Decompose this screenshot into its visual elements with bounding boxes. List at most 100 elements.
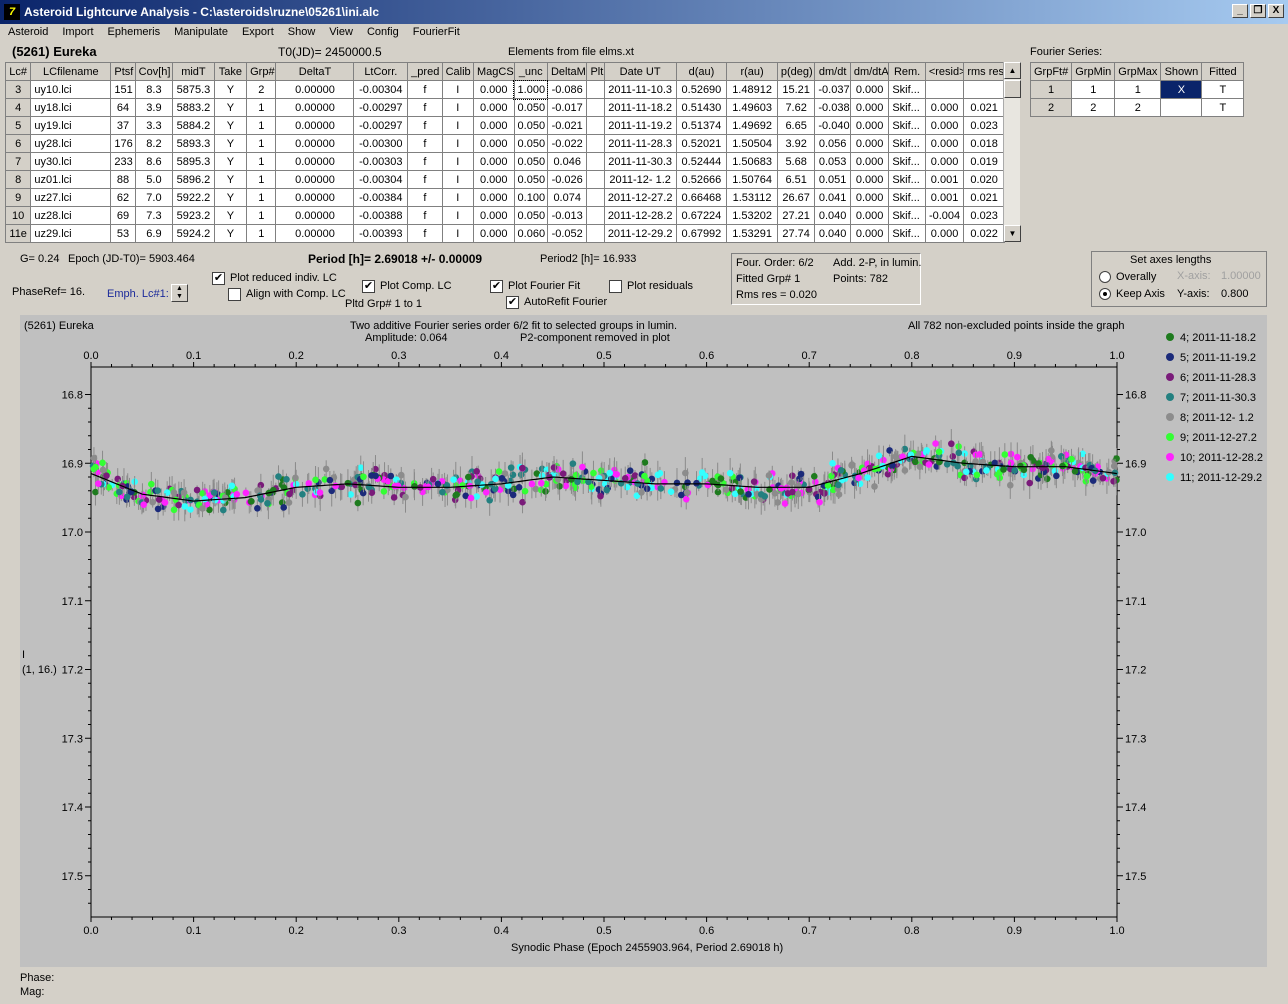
table-cell[interactable]: uz29.lci [30, 224, 112, 243]
table-cell[interactable]: 0.52021 [675, 134, 728, 153]
plot-residuals-checkbox[interactable] [609, 280, 622, 293]
column-header[interactable]: _pred [407, 62, 443, 81]
table-cell[interactable]: -0.00297 [353, 116, 409, 135]
autorefit-checkbox[interactable]: ✔ [506, 296, 519, 309]
menu-config[interactable]: Config [359, 24, 405, 38]
table-cell[interactable]: Y [213, 98, 248, 117]
table-cell[interactable]: 0.000 [473, 152, 515, 171]
table-cell[interactable]: 0.000 [924, 98, 965, 117]
table-cell[interactable]: Y [213, 206, 248, 225]
table-cell[interactable]: f [407, 152, 443, 171]
close-button[interactable]: X [1268, 4, 1284, 18]
table-cell[interactable]: 0.00000 [275, 98, 355, 117]
table-cell[interactable]: 1 [246, 170, 277, 189]
table-scrollbar[interactable]: ▲ ▼ [1003, 62, 1021, 242]
table-cell[interactable] [924, 80, 965, 99]
lightcurve-table[interactable]: Lc# LCfilename Ptsf Cov[h] midT Take Grp# Delta… [4, 62, 1005, 243]
table-cell[interactable]: 0.51430 [675, 98, 728, 117]
table-cell[interactable]: 2011-12-29.2 [603, 224, 677, 243]
column-header[interactable]: <resid> [924, 62, 965, 81]
table-cell[interactable]: -0.00297 [353, 98, 409, 117]
table-cell[interactable]: 1.48912 [726, 80, 778, 99]
table-cell[interactable]: f [407, 116, 443, 135]
fourier-cell[interactable]: 1 [1029, 80, 1073, 99]
table-cell[interactable]: 5924.2 [172, 224, 215, 243]
table-cell[interactable]: Skif... [888, 134, 926, 153]
plot-comp-checkbox[interactable]: ✔ [362, 280, 375, 293]
table-cell[interactable]: -0.013 [546, 206, 588, 225]
fourier-cell[interactable] [1160, 98, 1203, 117]
column-header[interactable]: Grp# [246, 62, 277, 81]
keep-axis-radio[interactable] [1099, 288, 1111, 300]
table-cell[interactable]: 2011-12-27.2 [603, 188, 677, 207]
table-cell[interactable]: I [441, 188, 475, 207]
menu-asteroid[interactable]: Asteroid [0, 24, 54, 38]
table-cell[interactable]: 1.49692 [726, 116, 778, 135]
align-comp-checkbox[interactable] [228, 288, 241, 301]
table-cell[interactable]: I [441, 152, 475, 171]
table-cell[interactable] [586, 224, 605, 243]
table-cell[interactable]: Skif... [888, 170, 926, 189]
table-cell[interactable]: -0.086 [546, 80, 588, 99]
table-cell[interactable]: 1.49603 [726, 98, 778, 117]
table-cell[interactable]: 0.000 [924, 224, 965, 243]
menu-fourierfit[interactable]: FourierFit [405, 24, 466, 38]
table-cell[interactable]: 0.022 [963, 224, 1005, 243]
table-cell[interactable]: 64 [110, 98, 136, 117]
menu-view[interactable]: View [321, 24, 359, 38]
table-cell[interactable]: 0.67224 [675, 206, 728, 225]
table-cell[interactable]: 3.92 [776, 134, 816, 153]
table-cell[interactable] [586, 170, 605, 189]
table-cell[interactable]: 15.21 [776, 80, 816, 99]
table-cell[interactable]: f [407, 206, 443, 225]
column-header[interactable]: Take [213, 62, 248, 81]
table-cell[interactable]: 5.0 [134, 170, 174, 189]
table-cell[interactable]: 0.66468 [675, 188, 728, 207]
table-cell[interactable]: 1 [246, 152, 277, 171]
column-header[interactable]: LtCorr. [353, 62, 409, 81]
table-cell[interactable]: 3.3 [134, 116, 174, 135]
fourier-cell[interactable]: 2 [1071, 98, 1116, 117]
table-cell[interactable]: 27.74 [776, 224, 816, 243]
table-cell[interactable]: 0.041 [814, 188, 851, 207]
table-cell[interactable]: 233 [110, 152, 136, 171]
table-cell[interactable]: -0.00300 [353, 134, 409, 153]
table-cell[interactable]: 0.000 [473, 80, 515, 99]
table-cell[interactable] [586, 134, 605, 153]
table-cell[interactable]: I [441, 224, 475, 243]
plot-reduced-checkbox[interactable]: ✔ [212, 272, 225, 285]
menu-import[interactable]: Import [54, 24, 99, 38]
column-header[interactable]: Lc# [4, 62, 32, 81]
emph-spinner[interactable]: ▲ ▼ [171, 284, 188, 302]
table-row[interactable]: 9 uz27.lci 62 7.0 5922.2 Y 1 0.00000 -0.00384 f I 0… [4, 188, 1005, 207]
table-cell[interactable]: Skif... [888, 98, 926, 117]
table-cell[interactable]: 1 [246, 206, 277, 225]
table-cell[interactable]: 0.000 [849, 134, 890, 153]
table-cell[interactable]: 27.21 [776, 206, 816, 225]
table-cell[interactable]: 37 [110, 116, 136, 135]
table-cell[interactable]: 0.100 [513, 188, 548, 207]
table-row[interactable]: 8 uz01.lci 88 5.0 5896.2 Y 1 0.00000 -0.00304 f I 0… [4, 170, 1005, 189]
table-cell[interactable]: 0.000 [849, 170, 890, 189]
table-cell[interactable]: Skif... [888, 116, 926, 135]
table-cell[interactable]: 7.0 [134, 188, 174, 207]
column-header[interactable]: d(au) [675, 62, 728, 81]
table-cell[interactable] [586, 188, 605, 207]
table-cell[interactable]: 0.021 [963, 188, 1005, 207]
table-cell[interactable]: f [407, 98, 443, 117]
table-cell[interactable]: 0.000 [924, 152, 965, 171]
column-header[interactable]: p(deg) [776, 62, 816, 81]
table-cell[interactable]: -0.00303 [353, 152, 409, 171]
table-cell[interactable]: 26.67 [776, 188, 816, 207]
table-cell[interactable]: -0.022 [546, 134, 588, 153]
table-row[interactable]: 10 uz28.lci 69 7.3 5923.2 Y 1 0.00000 -0.00388 f I… [4, 206, 1005, 225]
table-cell[interactable]: 0.060 [513, 224, 548, 243]
table-cell[interactable]: 5896.2 [172, 170, 215, 189]
table-cell[interactable]: 176 [110, 134, 136, 153]
table-cell[interactable]: 1 [246, 188, 277, 207]
table-cell[interactable]: 1 [246, 98, 277, 117]
table-cell[interactable]: Skif... [888, 152, 926, 171]
table-cell[interactable]: 0.053 [814, 152, 851, 171]
column-header[interactable]: Rem. [888, 62, 926, 81]
fourier-cell[interactable]: 2 [1029, 98, 1073, 117]
